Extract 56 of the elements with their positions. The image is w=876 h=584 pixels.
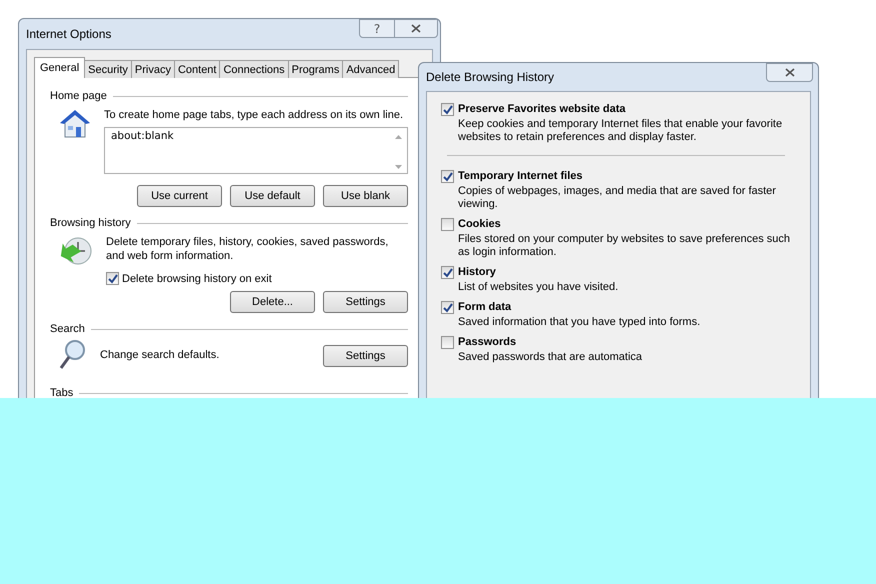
option-title: History — [458, 266, 496, 278]
option-title: Cookies — [458, 218, 501, 230]
checkbox[interactable] — [441, 336, 454, 348]
window-title: Delete Browsing History — [426, 70, 554, 84]
group-label: Tabs — [50, 387, 74, 399]
close-icon — [784, 68, 794, 77]
button[interactable]: Use blank — [323, 185, 408, 207]
description-text: To create home page tabs, type each address on its own line. — [104, 108, 404, 122]
checkbox[interactable] — [441, 218, 454, 230]
description-text: Delete temporary files, history, cookies, saved passwords, and web form information. — [106, 235, 390, 263]
checkbox[interactable] — [441, 266, 454, 278]
check-icon — [441, 266, 454, 278]
checkbox[interactable] — [106, 272, 119, 285]
house-icon — [58, 108, 92, 140]
option-description: Files stored on your computer by websites to save preferences such as login information. — [457, 233, 791, 259]
checkbox[interactable] — [441, 102, 454, 116]
option-title: Preserve Favorites website data — [458, 103, 626, 115]
tab[interactable]: General — [34, 57, 86, 78]
tab[interactable]: Privacy — [130, 60, 175, 78]
checkbox[interactable] — [441, 170, 454, 182]
button[interactable]: Settings — [323, 345, 408, 367]
magnifier-icon — [58, 339, 88, 371]
option-description: Copies of webpages, images, and media that are saved for faster viewing. — [457, 185, 777, 211]
check-icon — [106, 272, 119, 285]
close-icon — [411, 24, 421, 33]
checkbox-label: Delete browsing history on exit — [122, 272, 272, 284]
help-button[interactable]: ? — [359, 19, 395, 38]
option-description: Keep cookies and temporary Internet files that enable your favorite websites to retain preferences and display faster. — [457, 118, 784, 144]
tab[interactable]: Security — [84, 60, 132, 78]
button[interactable]: Use default — [230, 185, 315, 207]
window-title: Internet Options — [26, 27, 112, 41]
close-button[interactable] — [766, 63, 813, 82]
option-description: Saved passwords that are automatica — [457, 351, 644, 364]
checkbox[interactable] — [441, 300, 454, 314]
option-description: Saved information that you have typed into forms. — [457, 316, 702, 329]
tab[interactable]: Programs — [288, 60, 344, 78]
tab[interactable]: Connections — [219, 60, 289, 78]
tab[interactable]: Advanced — [342, 60, 400, 78]
clock-icon — [58, 235, 94, 267]
check-icon — [441, 300, 454, 314]
group-label: Home page — [50, 90, 107, 102]
option-title: Form data — [458, 301, 512, 313]
button[interactable]: Use current — [137, 185, 222, 207]
option-description: List of websites you have visited. — [457, 281, 620, 294]
close-button[interactable] — [395, 19, 438, 38]
tab[interactable]: Content — [174, 60, 220, 78]
option-title: Temporary Internet files — [458, 170, 582, 182]
group-label: Browsing history — [50, 217, 131, 229]
check-icon — [441, 102, 454, 116]
description-text: Change search defaults. — [100, 348, 220, 362]
address-field[interactable]: about:blank — [104, 127, 408, 174]
button[interactable]: Delete... — [230, 291, 315, 313]
option-title: Passwords — [458, 336, 516, 348]
group-label: Search — [50, 323, 85, 335]
button[interactable]: Settings — [323, 291, 408, 313]
check-icon — [441, 170, 454, 182]
